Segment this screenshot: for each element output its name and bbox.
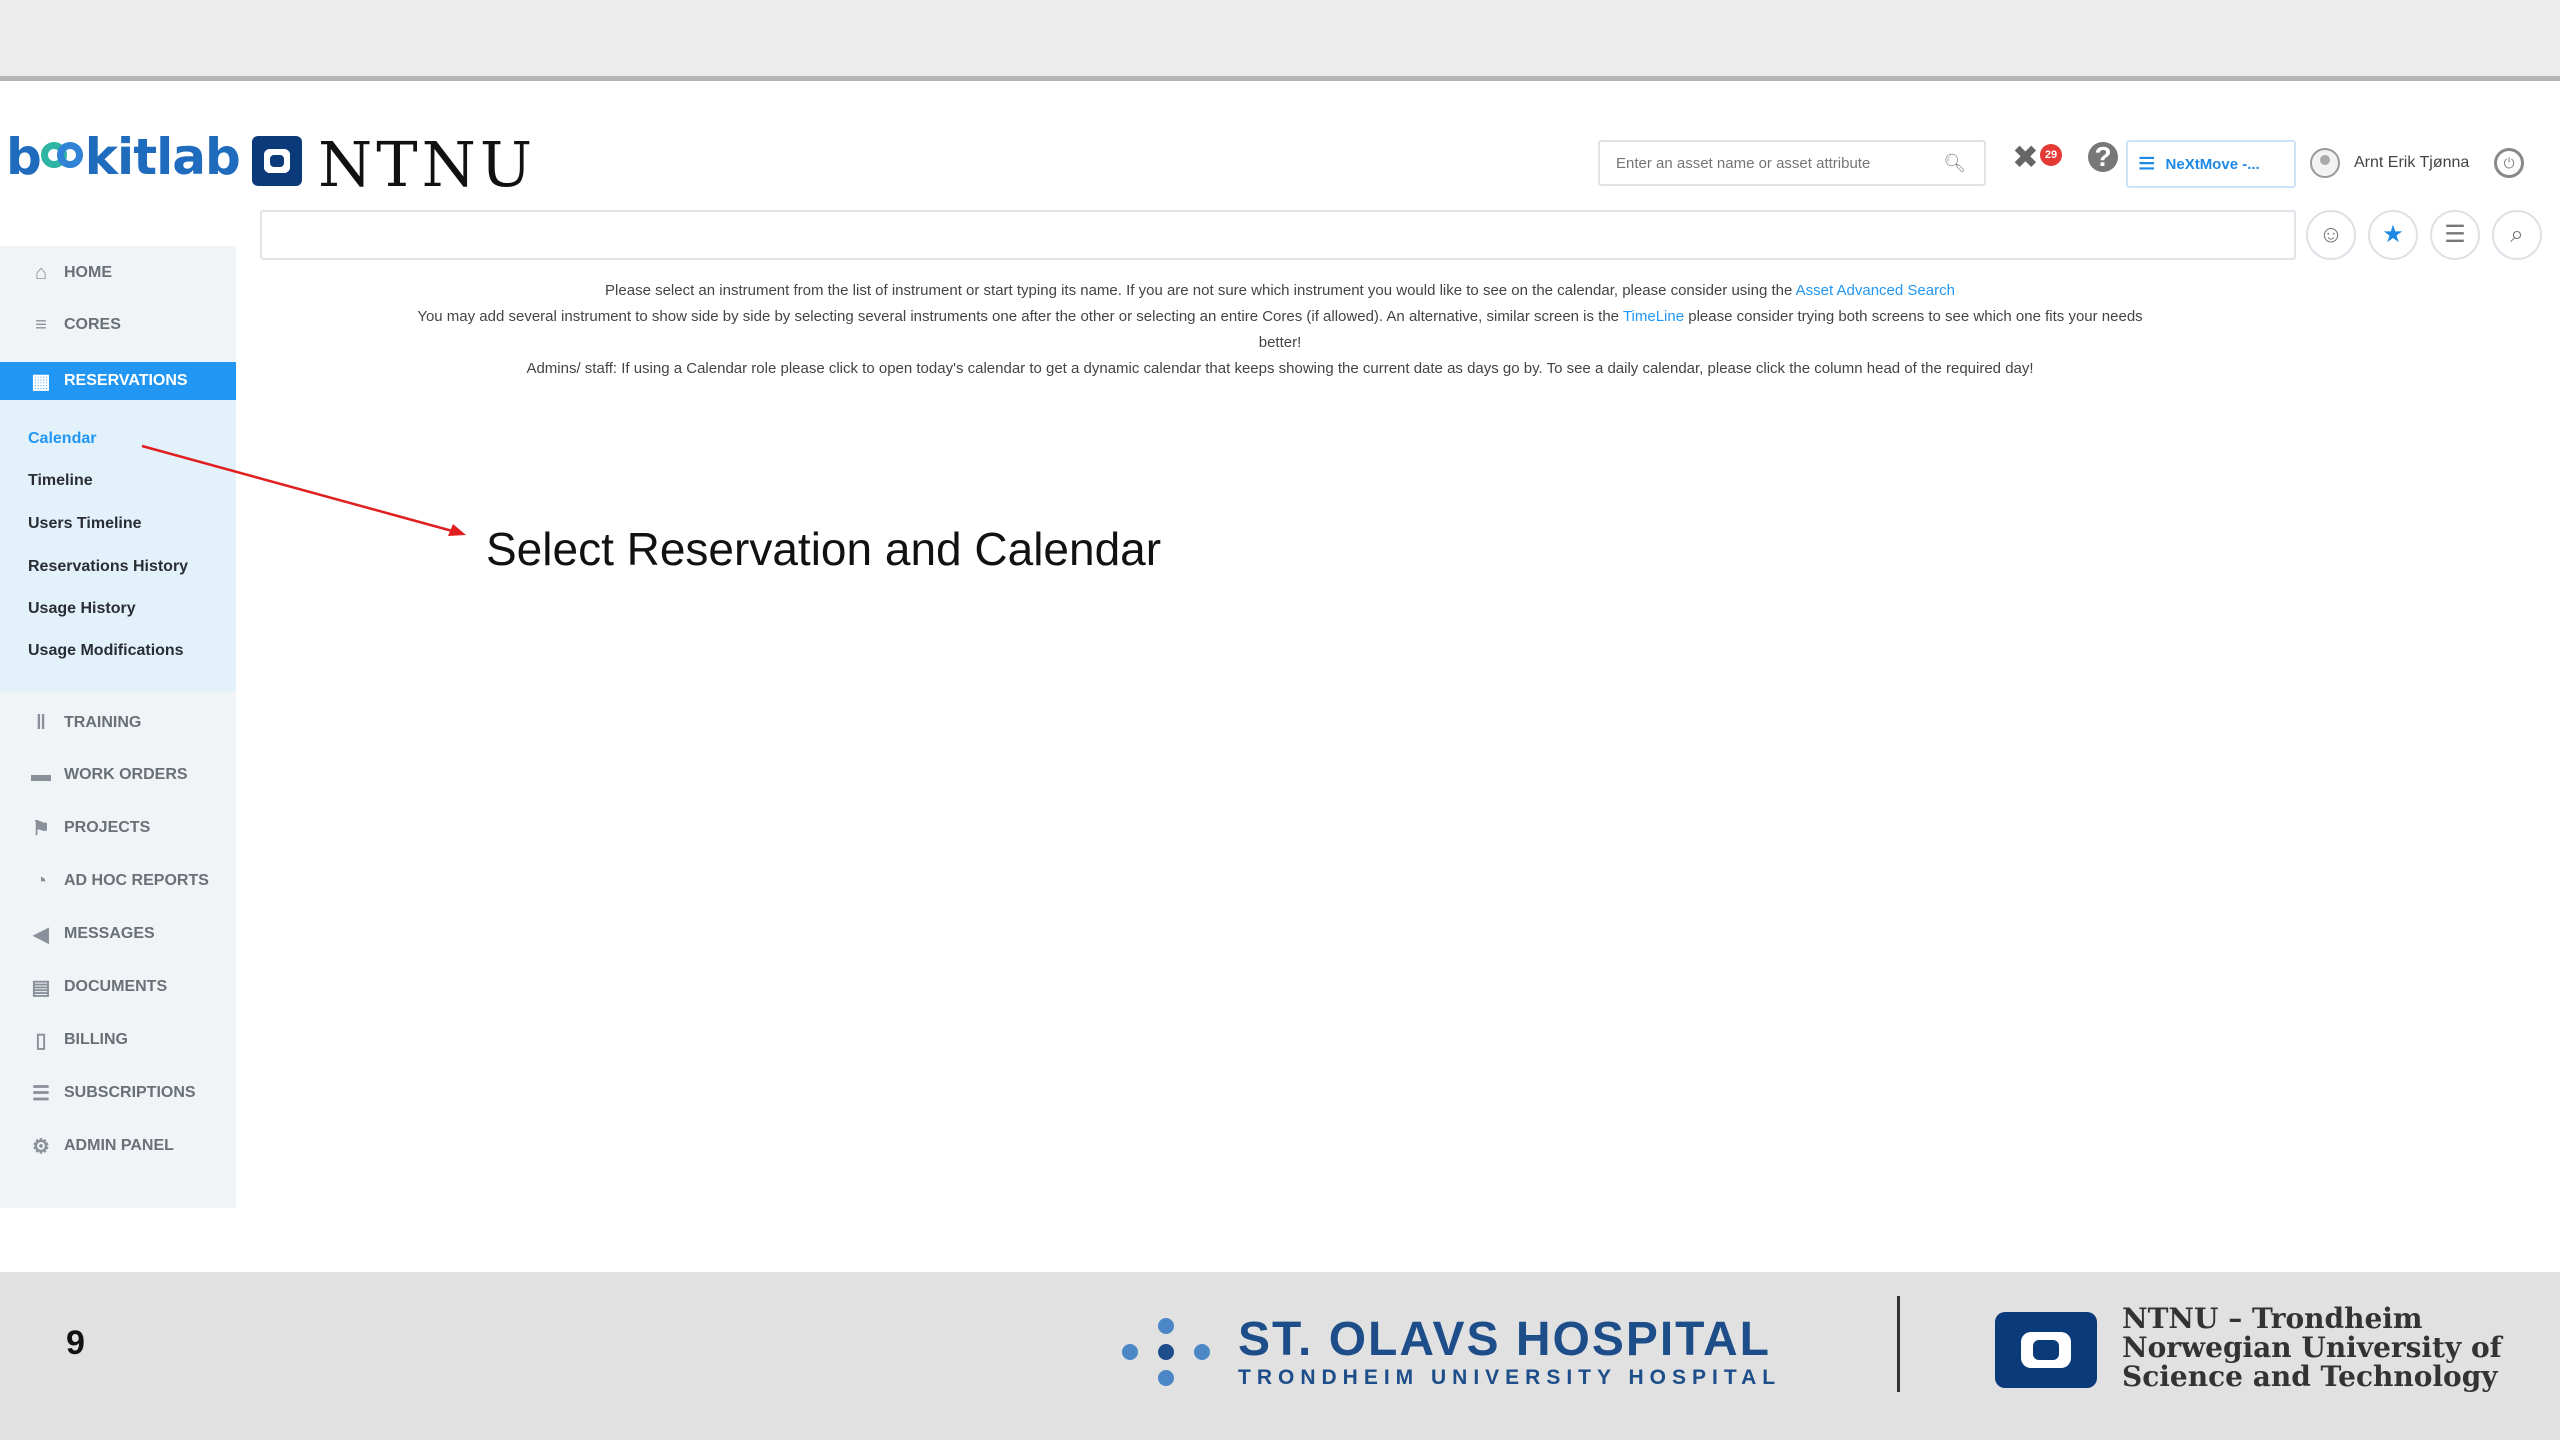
- slide-number: 9: [66, 1324, 85, 1362]
- hospital-name: ST. OLAVS HOSPITAL: [1238, 1313, 1771, 1366]
- annotation-label: Select Reservation and Calendar: [486, 523, 1162, 575]
- st-olavs-logo-icon: [1122, 1318, 1212, 1388]
- hospital-subtitle: TRONDHEIM UNIVERSITY HOSPITAL: [1238, 1366, 1782, 1389]
- footer-divider: [1897, 1296, 1900, 1392]
- ntnu-footer-text: NTNU – Trondheim Norwegian University of…: [2122, 1302, 2502, 1393]
- ntnu-footer-logo-icon: [1995, 1312, 2097, 1388]
- annotation-arrow: [141, 444, 466, 536]
